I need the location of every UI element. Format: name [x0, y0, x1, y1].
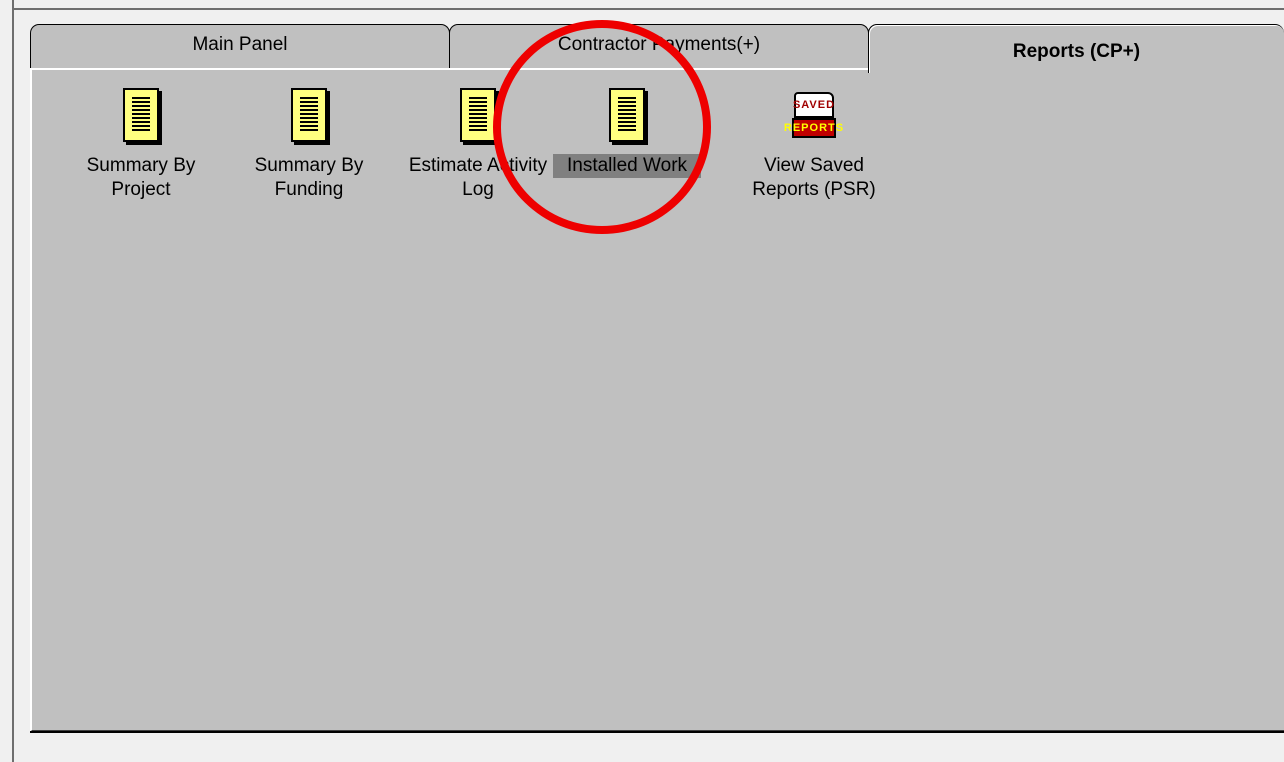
tab-contractor-payments[interactable]: Contractor Payments(+)	[449, 24, 869, 70]
tab-contractor-payments-label: Contractor Payments(+)	[557, 33, 761, 55]
report-summary-by-funding[interactable]: Summary By Funding	[234, 80, 384, 202]
saved-folder-text: SAVED	[793, 92, 834, 118]
report-label: View Saved Reports (PSR)	[752, 155, 876, 200]
document-icon	[285, 80, 333, 142]
reports-panel: Summary By Project Summary By Funding Es…	[30, 68, 1284, 732]
tab-main-panel-label: Main Panel	[192, 33, 288, 55]
report-installed-work[interactable]: Installed Work	[537, 80, 717, 178]
tab-main-panel[interactable]: Main Panel	[30, 24, 450, 70]
report-summary-by-project[interactable]: Summary By Project	[66, 80, 216, 202]
panel-border	[30, 731, 1284, 733]
document-icon	[454, 80, 502, 142]
report-label: Summary By Funding	[254, 155, 364, 200]
saved-reports-icon: SAVED REPORTS	[784, 80, 843, 142]
tab-reports-label: Reports (CP+)	[1012, 41, 1141, 62]
report-label: Summary By Project	[86, 155, 196, 200]
tab-reports[interactable]: Reports (CP+)	[868, 24, 1284, 73]
app-window: Main Panel Contractor Payments(+) Report…	[0, 0, 1284, 762]
window-frame-left	[12, 0, 14, 762]
report-view-saved-reports[interactable]: SAVED REPORTS View Saved Reports (PSR)	[729, 80, 899, 202]
document-icon	[117, 80, 165, 142]
document-icon	[603, 80, 651, 142]
window-frame	[12, 0, 1284, 10]
saved-band-text: REPORTS	[784, 118, 843, 138]
report-label-selected: Installed Work	[552, 154, 702, 178]
